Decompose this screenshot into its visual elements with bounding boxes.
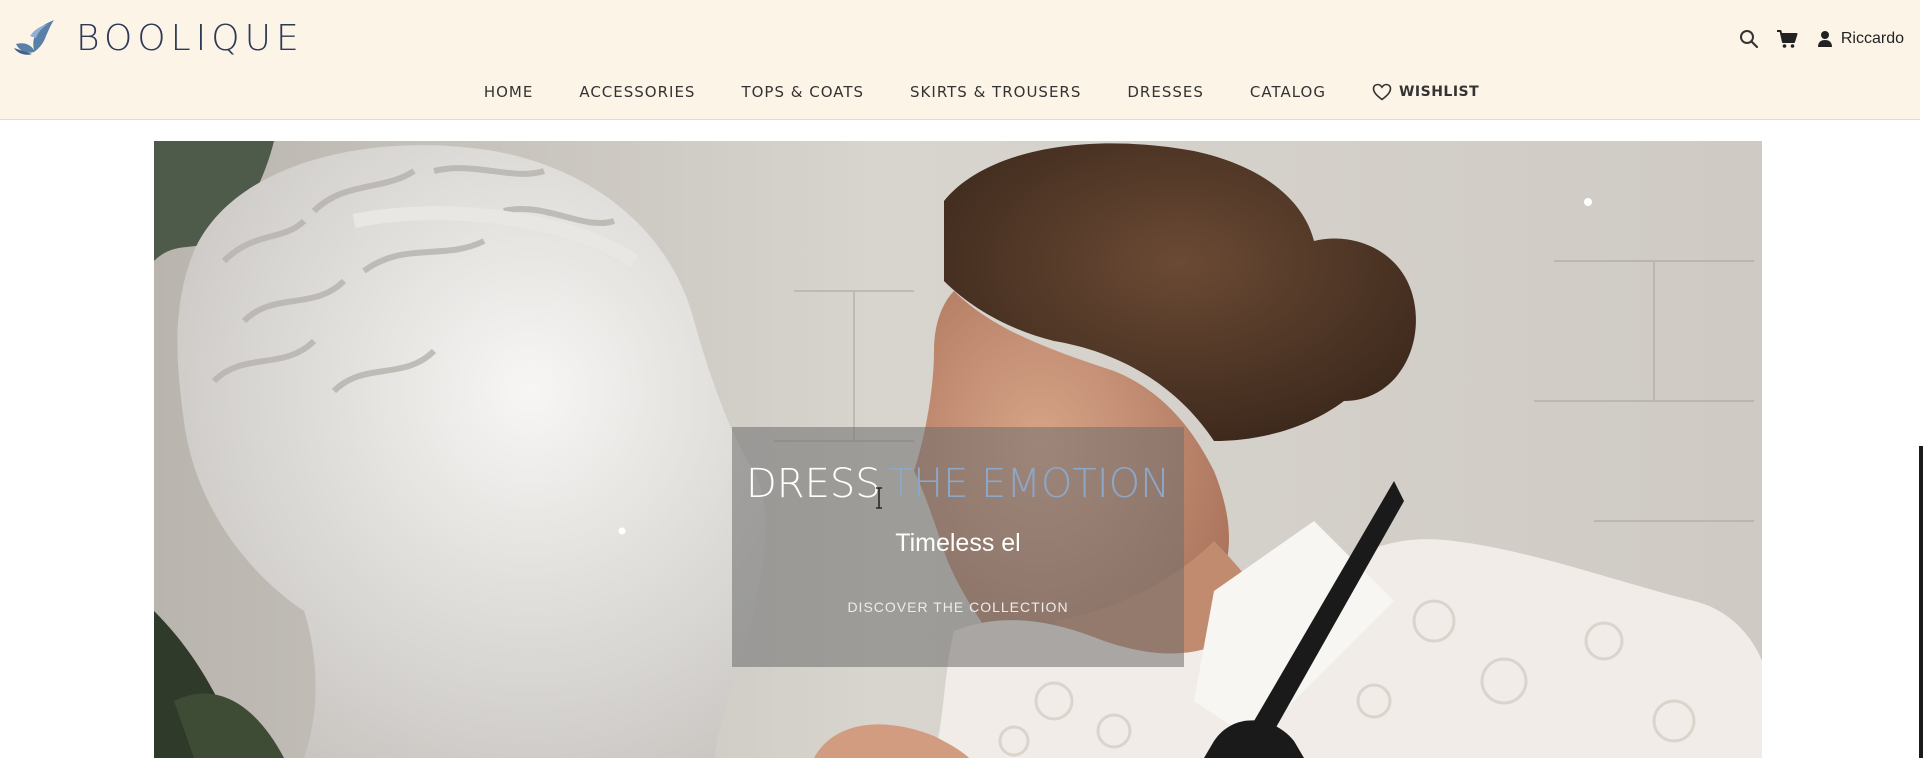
account-name: Riccardo — [1840, 30, 1904, 47]
nav-tops-coats[interactable]: TOPS & COATS — [741, 83, 864, 101]
hero-subtitle: Timeless el — [895, 529, 1021, 557]
nav-accessories[interactable]: ACCESSORIES — [579, 83, 695, 101]
nav-dresses[interactable]: DRESSES — [1127, 83, 1204, 101]
page-scrollbar[interactable] — [1919, 446, 1923, 758]
main-nav: HOME ACCESSORIES TOPS & COATS SKIRTS & T… — [0, 78, 1920, 106]
heart-icon — [1372, 83, 1392, 101]
hero-banner[interactable]: DRESS THE EMOTION Timeless el DISCOVER TH… — [154, 141, 1762, 758]
text-cursor-icon — [876, 487, 882, 509]
account-menu[interactable]: Riccardo — [1817, 30, 1904, 48]
hero-title: DRESS THE EMOTION — [732, 461, 1184, 507]
search-icon[interactable] — [1737, 27, 1761, 51]
hero-title-part1: DRESS — [745, 461, 881, 507]
discover-collection-button[interactable]: DISCOVER THE COLLECTION — [732, 599, 1184, 615]
hero-title-part2: THE EMOTION — [888, 461, 1171, 507]
nav-home[interactable]: HOME — [484, 83, 534, 101]
logo[interactable]: BOOLIQUE — [10, 12, 304, 64]
nav-skirts-trousers[interactable]: SKIRTS & TROUSERS — [910, 83, 1081, 101]
hero-overlay: DRESS THE EMOTION Timeless el DISCOVER TH… — [732, 427, 1184, 667]
nav-wishlist[interactable]: WISHLIST — [1372, 83, 1479, 101]
site-header: BOOLIQUE Riccardo HOME ACCESSORIES TOPS … — [0, 0, 1920, 120]
bird-logo-icon — [14, 20, 54, 55]
nav-catalog[interactable]: CATALOG — [1250, 83, 1326, 101]
cart-icon[interactable] — [1775, 27, 1799, 51]
user-icon — [1817, 31, 1832, 47]
brand-name: BOOLIQUE — [76, 17, 304, 59]
header-tools: Riccardo — [1737, 24, 1904, 54]
wishlist-label: WISHLIST — [1398, 84, 1480, 100]
